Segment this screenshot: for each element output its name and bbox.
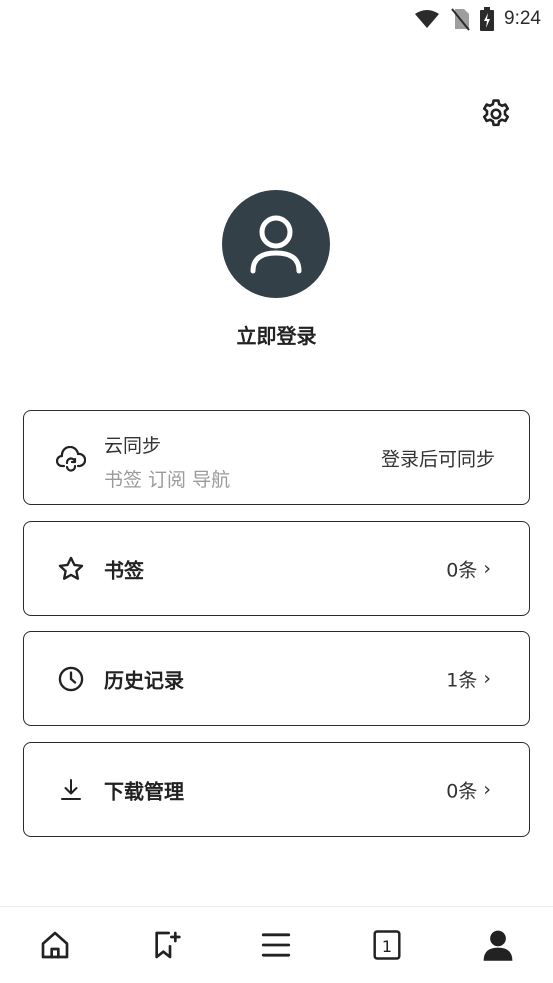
bookmarks-count: 0条 <box>446 559 478 581</box>
sync-subtitle: 书签 订阅 导航 <box>104 469 231 491</box>
sync-title: 云同步 <box>104 435 162 457</box>
history-count-group: 1条 › <box>446 665 491 692</box>
star-icon <box>56 554 86 584</box>
history-count: 1条 <box>446 669 478 691</box>
add-bookmark-icon <box>155 931 181 959</box>
home-icon <box>41 931 69 959</box>
nav-add-bookmark[interactable] <box>136 915 196 975</box>
bookmarks-count-group: 0条 › <box>446 555 491 582</box>
menu-icon <box>262 933 291 957</box>
status-bar: 9:24 <box>0 0 553 38</box>
sync-status: 登录后可同步 <box>380 448 495 470</box>
downloads-count: 0条 <box>446 780 478 802</box>
tabs-icon: 1 <box>373 930 401 960</box>
profile-page: 9:24 立即登录 云同步 书签 订阅 导航 登录后可同步 书签 0条 › 历史… <box>0 0 553 983</box>
nav-profile[interactable] <box>468 915 528 975</box>
history-card[interactable]: 历史记录 1条 › <box>23 631 530 726</box>
nav-home[interactable] <box>25 915 85 975</box>
no-sim-icon <box>450 7 470 31</box>
bookmarks-label: 书签 <box>104 558 144 582</box>
download-icon <box>56 775 86 805</box>
battery-charging-icon <box>480 7 495 31</box>
chevron-right-icon: › <box>483 557 491 580</box>
cloud-sync-card[interactable]: 云同步 书签 订阅 导航 登录后可同步 <box>23 410 530 505</box>
downloads-count-group: 0条 › <box>446 776 491 803</box>
downloads-label: 下载管理 <box>104 779 184 803</box>
cloud-sync-icon <box>56 444 86 474</box>
user-icon <box>250 215 302 274</box>
login-link[interactable]: 立即登录 <box>0 320 553 349</box>
tab-count: 1 <box>382 937 392 956</box>
chevron-right-icon: › <box>483 778 491 801</box>
chevron-right-icon: › <box>483 667 491 690</box>
downloads-card[interactable]: 下载管理 0条 › <box>23 742 530 837</box>
nav-menu[interactable] <box>246 915 306 975</box>
nav-tabs[interactable]: 1 <box>357 915 417 975</box>
avatar[interactable] <box>222 190 330 298</box>
bookmarks-card[interactable]: 书签 0条 › <box>23 521 530 616</box>
status-time: 9:24 <box>504 8 541 29</box>
wifi-icon <box>414 9 440 29</box>
bottom-nav: 1 <box>0 906 553 983</box>
history-label: 历史记录 <box>104 668 184 692</box>
clock-icon <box>56 664 86 694</box>
settings-button[interactable] <box>476 94 516 134</box>
profile-icon <box>483 930 513 961</box>
gear-icon <box>482 99 510 127</box>
